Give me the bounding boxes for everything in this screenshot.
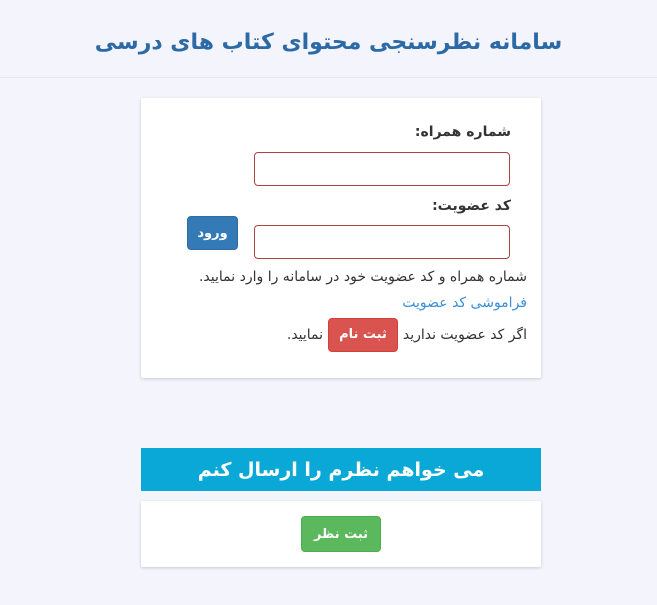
site-title: سامانه نظرسنجی محتوای کتاب های درسی <box>94 30 563 55</box>
login-button[interactable]: ورود <box>187 216 238 250</box>
login-card: شماره همراه: کد عضویت: ورود شماره همراه … <box>141 98 541 378</box>
opinion-card: ثبت نظر <box>141 501 541 567</box>
membership-code-label: کد عضویت: <box>432 198 511 214</box>
register-suffix-text: نمایید. <box>286 327 324 343</box>
login-help-text: شماره همراه و کد عضویت خود در سامانه را … <box>198 269 527 285</box>
register-button[interactable]: ثبت نام <box>328 318 398 352</box>
submit-opinion-button[interactable]: ثبت نظر <box>301 516 381 552</box>
mobile-input[interactable] <box>254 152 510 186</box>
mobile-label: شماره همراه: <box>414 124 511 140</box>
membership-code-input[interactable] <box>254 225 510 259</box>
opinion-banner: می خواهم نظرم را ارسال کنم <box>141 448 541 491</box>
register-line: اگر کد عضویت ندارید ثبت نام نمایید. <box>287 318 527 352</box>
opinion-banner-title: می خواهم نظرم را ارسال کنم <box>197 458 485 481</box>
site-header: سامانه نظرسنجی محتوای کتاب های درسی <box>0 0 657 78</box>
register-prefix-text: اگر کد عضویت ندارید <box>402 327 527 343</box>
forgot-code-link[interactable]: فراموشی کد عضویت <box>402 295 527 311</box>
